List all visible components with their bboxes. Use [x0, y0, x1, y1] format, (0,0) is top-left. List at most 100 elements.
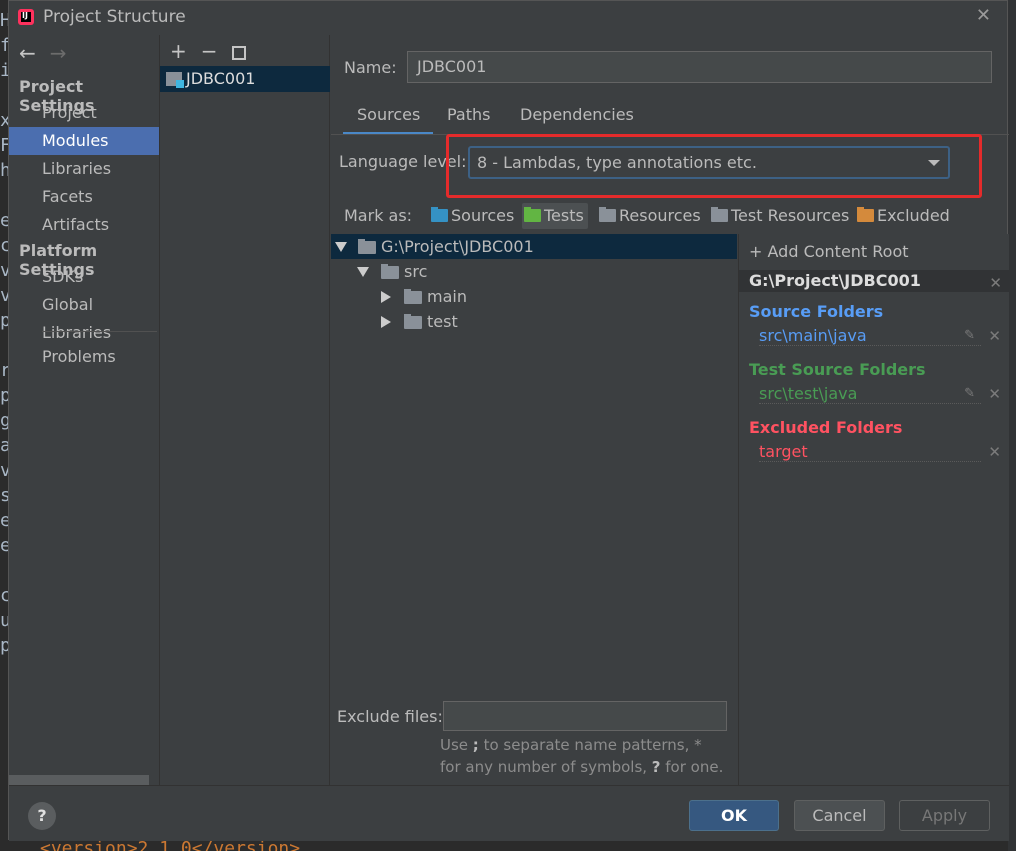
- module-list-panel: + − JDBC001: [159, 35, 330, 785]
- mark-resources-button[interactable]: Resources: [597, 203, 701, 229]
- mark-sources-label: Sources: [451, 206, 515, 225]
- remove-folder-icon[interactable]: ✕: [988, 327, 1001, 345]
- copy-icon[interactable]: [231, 46, 246, 60]
- mark-test-resources-label: Test Resources: [731, 206, 850, 225]
- nav-item-modules[interactable]: Modules: [9, 127, 159, 155]
- nav-divider: [42, 331, 157, 332]
- test-source-folders-title: Test Source Folders: [749, 360, 926, 379]
- excluded-folders-title: Excluded Folders: [749, 418, 903, 437]
- tree-node-label: src: [404, 262, 428, 281]
- nav-item-libraries[interactable]: Libraries: [9, 155, 159, 183]
- mark-resources-label: Resources: [619, 206, 701, 225]
- hint-symbol: *: [694, 736, 702, 754]
- back-arrow-icon[interactable]: ←: [19, 41, 36, 65]
- help-icon[interactable]: ?: [28, 802, 56, 830]
- title-bar: IJ Project Structure ✕: [9, 1, 1007, 35]
- mark-as-label: Mark as:: [344, 206, 413, 225]
- tree-node-label: G:\Project\JDBC001: [381, 237, 534, 256]
- module-toolbar: + −: [170, 39, 260, 63]
- content-root-header: G:\Project\JDBC001 ✕: [739, 270, 1010, 292]
- editor-scrollbar: [1008, 0, 1016, 851]
- plus-icon: +: [749, 242, 763, 261]
- content-root-path: G:\Project\JDBC001: [749, 271, 921, 290]
- hint-text: for one.: [660, 758, 724, 776]
- test-source-folder-item[interactable]: src\test\java: [759, 384, 981, 404]
- mark-test-resources-button[interactable]: Test Resources: [709, 203, 849, 229]
- collapse-arrow-icon[interactable]: [381, 291, 391, 303]
- tab-sources[interactable]: Sources: [357, 105, 420, 124]
- nav-item-global-libraries[interactable]: Global Libraries: [9, 291, 159, 342]
- add-content-root-button[interactable]: + Add Content Root: [749, 242, 909, 261]
- add-icon[interactable]: +: [170, 39, 187, 63]
- test-resources-folder-icon: [711, 207, 728, 222]
- folder-icon: [404, 289, 422, 304]
- tests-folder-icon: [524, 207, 541, 222]
- mark-excluded-label: Excluded: [877, 206, 950, 225]
- tree-node-label: test: [427, 312, 458, 331]
- window-title: Project Structure: [43, 7, 186, 27]
- mark-tests-label: Tests: [544, 206, 584, 225]
- exclude-files-label: Exclude files:: [337, 707, 443, 726]
- excluded-folder-icon: [857, 207, 874, 222]
- hint-text: for any number of symbols,: [440, 758, 652, 776]
- tree-node-root[interactable]: G:\Project\JDBC001: [331, 234, 737, 259]
- nav-item-sdks[interactable]: SDKs: [9, 263, 159, 291]
- settings-nav: ← → Project Settings Project Modules Libr…: [9, 35, 159, 785]
- nav-item-artifacts[interactable]: Artifacts: [9, 211, 159, 239]
- nav-scrollbar[interactable]: [9, 775, 149, 785]
- tree-node-label: main: [427, 287, 467, 306]
- edit-pencil-icon[interactable]: ✎: [964, 386, 975, 401]
- remove-folder-icon[interactable]: ✕: [988, 385, 1001, 403]
- close-icon[interactable]: ✕: [976, 5, 991, 26]
- expand-arrow-icon[interactable]: [357, 267, 369, 277]
- source-folder-item[interactable]: src\main\java: [759, 326, 981, 346]
- resources-folder-icon: [599, 207, 616, 222]
- tab-dependencies[interactable]: Dependencies: [520, 105, 634, 124]
- module-name: JDBC001: [186, 69, 256, 88]
- tree-node-test[interactable]: test: [331, 309, 737, 334]
- project-structure-dialog: IJ Project Structure ✕ ← → Project Settin…: [8, 0, 1010, 841]
- ok-button[interactable]: OK: [689, 800, 779, 831]
- nav-item-project[interactable]: Project: [9, 99, 159, 127]
- folder-icon: [381, 264, 399, 279]
- exclude-hint-line1: Use ; to separate name patterns, *: [440, 736, 702, 754]
- excluded-folder-item[interactable]: target: [759, 442, 981, 462]
- folder-icon: [404, 314, 422, 329]
- hint-text: Use: [440, 736, 473, 754]
- sources-folder-icon: [431, 207, 448, 222]
- cancel-button[interactable]: Cancel: [794, 800, 885, 831]
- module-name-field[interactable]: JDBC001: [407, 51, 992, 83]
- nav-history: ← →: [19, 41, 67, 65]
- hint-symbol: ?: [651, 758, 661, 776]
- hint-text: to separate name patterns,: [478, 736, 695, 754]
- nav-item-problems[interactable]: Problems: [9, 343, 159, 371]
- folder-icon: [358, 239, 376, 254]
- tree-node-main[interactable]: main: [331, 284, 737, 309]
- tab-paths[interactable]: Paths: [447, 105, 490, 124]
- highlight-annotation-box: [446, 134, 982, 198]
- remove-icon[interactable]: −: [201, 39, 218, 63]
- edit-pencil-icon[interactable]: ✎: [964, 328, 975, 343]
- add-content-root-label: Add Content Root: [767, 242, 909, 261]
- module-icon: [166, 72, 184, 88]
- intellij-app-icon: IJ: [18, 9, 34, 25]
- source-tree: G:\Project\JDBC001 src main test: [331, 234, 737, 700]
- tree-node-src[interactable]: src: [331, 259, 737, 284]
- mark-sources-button[interactable]: Sources: [429, 203, 514, 229]
- exclude-files-input[interactable]: [443, 701, 727, 731]
- module-row[interactable]: JDBC001: [160, 66, 330, 92]
- remove-folder-icon[interactable]: ✕: [988, 443, 1001, 461]
- dialog-button-bar: ? OK Cancel Apply: [9, 785, 1009, 841]
- mark-tests-button[interactable]: Tests: [522, 203, 588, 229]
- expand-arrow-icon[interactable]: [335, 242, 347, 252]
- remove-root-icon[interactable]: ✕: [989, 272, 1002, 294]
- source-folders-title: Source Folders: [749, 302, 884, 321]
- mark-excluded-button[interactable]: Excluded: [855, 203, 950, 229]
- nav-item-facets[interactable]: Facets: [9, 183, 159, 211]
- exclude-hint-line2: for any number of symbols, ? for one.: [440, 758, 723, 776]
- forward-arrow-icon[interactable]: →: [50, 41, 67, 65]
- content-roots-panel: + Add Content Root G:\Project\JDBC001 ✕ …: [738, 234, 1010, 785]
- collapse-arrow-icon[interactable]: [381, 316, 391, 328]
- apply-button[interactable]: Apply: [899, 800, 990, 831]
- name-label: Name:: [344, 58, 397, 77]
